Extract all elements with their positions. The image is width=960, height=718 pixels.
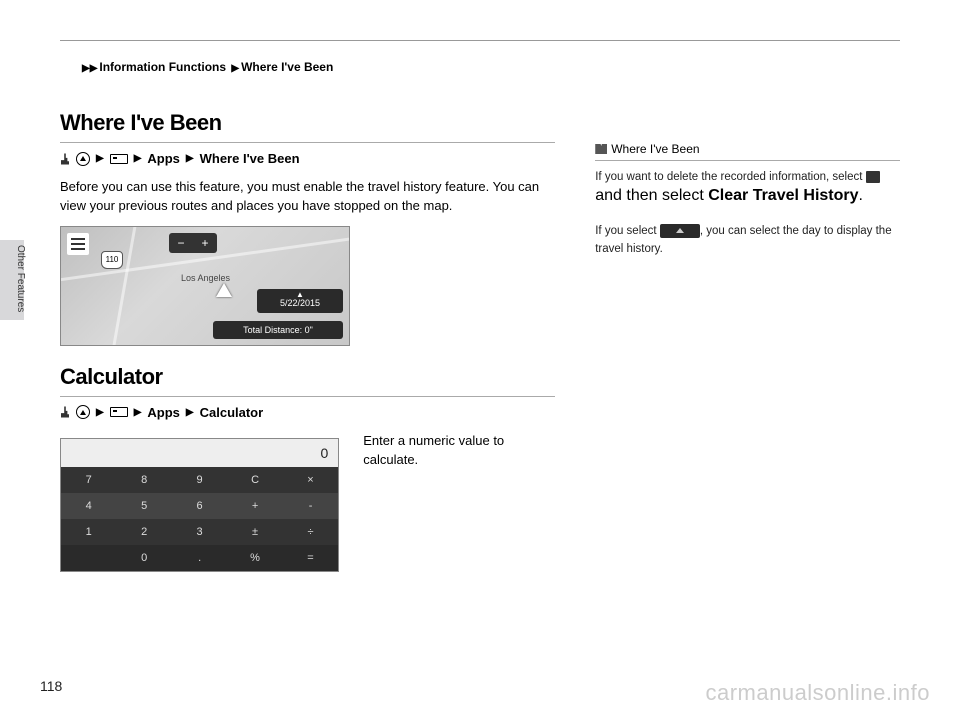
breadcrumb-l1: Information Functions [99,60,226,74]
nav-item: Calculator [200,405,264,420]
calc-key: 3 [172,519,227,545]
sidenote-p1: If you want to delete the recorded infor… [595,169,900,187]
hand-icon [61,407,69,418]
zoom-out-icon: − [169,233,193,253]
watermark: carmanualsonline.info [705,680,930,706]
calc-key: 2 [116,519,171,545]
nav-apps: Apps [147,151,180,166]
header-divider [60,40,900,41]
zoom-control: −+ [169,233,217,253]
chevron-icon: ▶ [134,153,142,164]
chevron-icon: ▶ [134,407,142,418]
section2-body: Enter a numeric value to calculate. [363,432,555,470]
calc-keypad: 789C× 456+- 123±÷ 0.%= [61,467,338,571]
route-shield: 110 [101,251,123,269]
divider [60,142,555,143]
calc-key: ± [227,519,282,545]
calc-key: 8 [116,467,171,493]
sidenote-p1a: If you want to delete the recorded infor… [595,171,862,183]
map-date-box: ▲ 5/22/2015 [257,289,343,313]
calc-display: 0 [61,439,338,467]
calc-key: 0 [116,545,171,571]
calc-key: C [227,467,282,493]
calc-key: 1 [61,519,116,545]
calc-key: 9 [172,467,227,493]
card-icon [110,407,128,417]
sidenote-title: Where I've Been [611,142,699,156]
chevron-icon: ▶▶ [82,63,97,74]
home-icon [76,152,90,166]
chevron-icon: ▶ [96,153,104,164]
zoom-in-icon: + [193,233,217,253]
hand-icon [61,153,69,164]
calc-key: × [283,467,338,493]
calc-key: . [172,545,227,571]
map-marker-icon [216,283,232,297]
section-title-where: Where I've Been [60,110,555,136]
map-city-label: Los Angeles [181,273,230,283]
map-distance-box: Total Distance: 0" [213,321,343,339]
up-arrow-button-icon [660,224,700,238]
section1-body: Before you can use this feature, you mus… [60,178,555,216]
sidenote-p1c: Clear Travel History [708,187,858,204]
side-label: Other Features [15,245,26,312]
chevron-icon: ▶ [186,407,194,418]
calc-key: 5 [116,493,171,519]
breadcrumb: ▶▶Information Functions ▶Where I've Been [80,60,333,74]
chevron-icon: ▶ [96,407,104,418]
calc-key: 7 [61,467,116,493]
book-icon [595,144,607,154]
chevron-icon: ▶ [231,63,239,74]
calc-key [61,545,116,571]
nav-path-calc: ▶ ▶ Apps ▶ Calculator [60,405,555,420]
sidebar-column: Where I've Been If you want to delete th… [595,100,900,572]
map-date: 5/22/2015 [263,298,337,308]
calculator-screenshot: 0 789C× 456+- 123±÷ 0.%= [60,438,339,572]
calc-key: + [227,493,282,519]
sidenote-heading: Where I've Been [595,142,900,161]
calc-key: = [283,545,338,571]
map-screenshot: −+ 110 Los Angeles ▲ 5/22/2015 Total Dis… [60,226,350,346]
main-column: Where I've Been ▶ ▶ Apps ▶ Where I've Be… [60,100,555,572]
page: ▶▶Information Functions ▶Where I've Been… [0,40,960,718]
calc-key: 4 [61,493,116,519]
breadcrumb-l2: Where I've Been [241,60,333,74]
calc-key: ÷ [283,519,338,545]
sidenote-p2a: If you select [595,225,656,237]
nav-item: Where I've Been [200,151,300,166]
page-number: 118 [40,678,62,694]
card-icon [110,154,128,164]
nav-path-where: ▶ ▶ Apps ▶ Where I've Been [60,151,555,166]
sidenote-p2: If you select , you can select the day t… [595,223,900,259]
calc-key: - [283,493,338,519]
calc-row: 0 789C× 456+- 123±÷ 0.%= Enter a numeric va… [60,432,555,572]
divider [60,396,555,397]
calc-key: % [227,545,282,571]
hamburger-icon [866,171,880,183]
section-title-calc: Calculator [60,364,555,390]
sidenote-p1b: and then select [595,187,704,204]
home-icon [76,405,90,419]
chevron-icon: ▶ [186,153,194,164]
nav-apps: Apps [147,405,180,420]
content: Where I've Been ▶ ▶ Apps ▶ Where I've Be… [60,100,900,572]
calc-key: 6 [172,493,227,519]
hamburger-icon [67,233,89,255]
